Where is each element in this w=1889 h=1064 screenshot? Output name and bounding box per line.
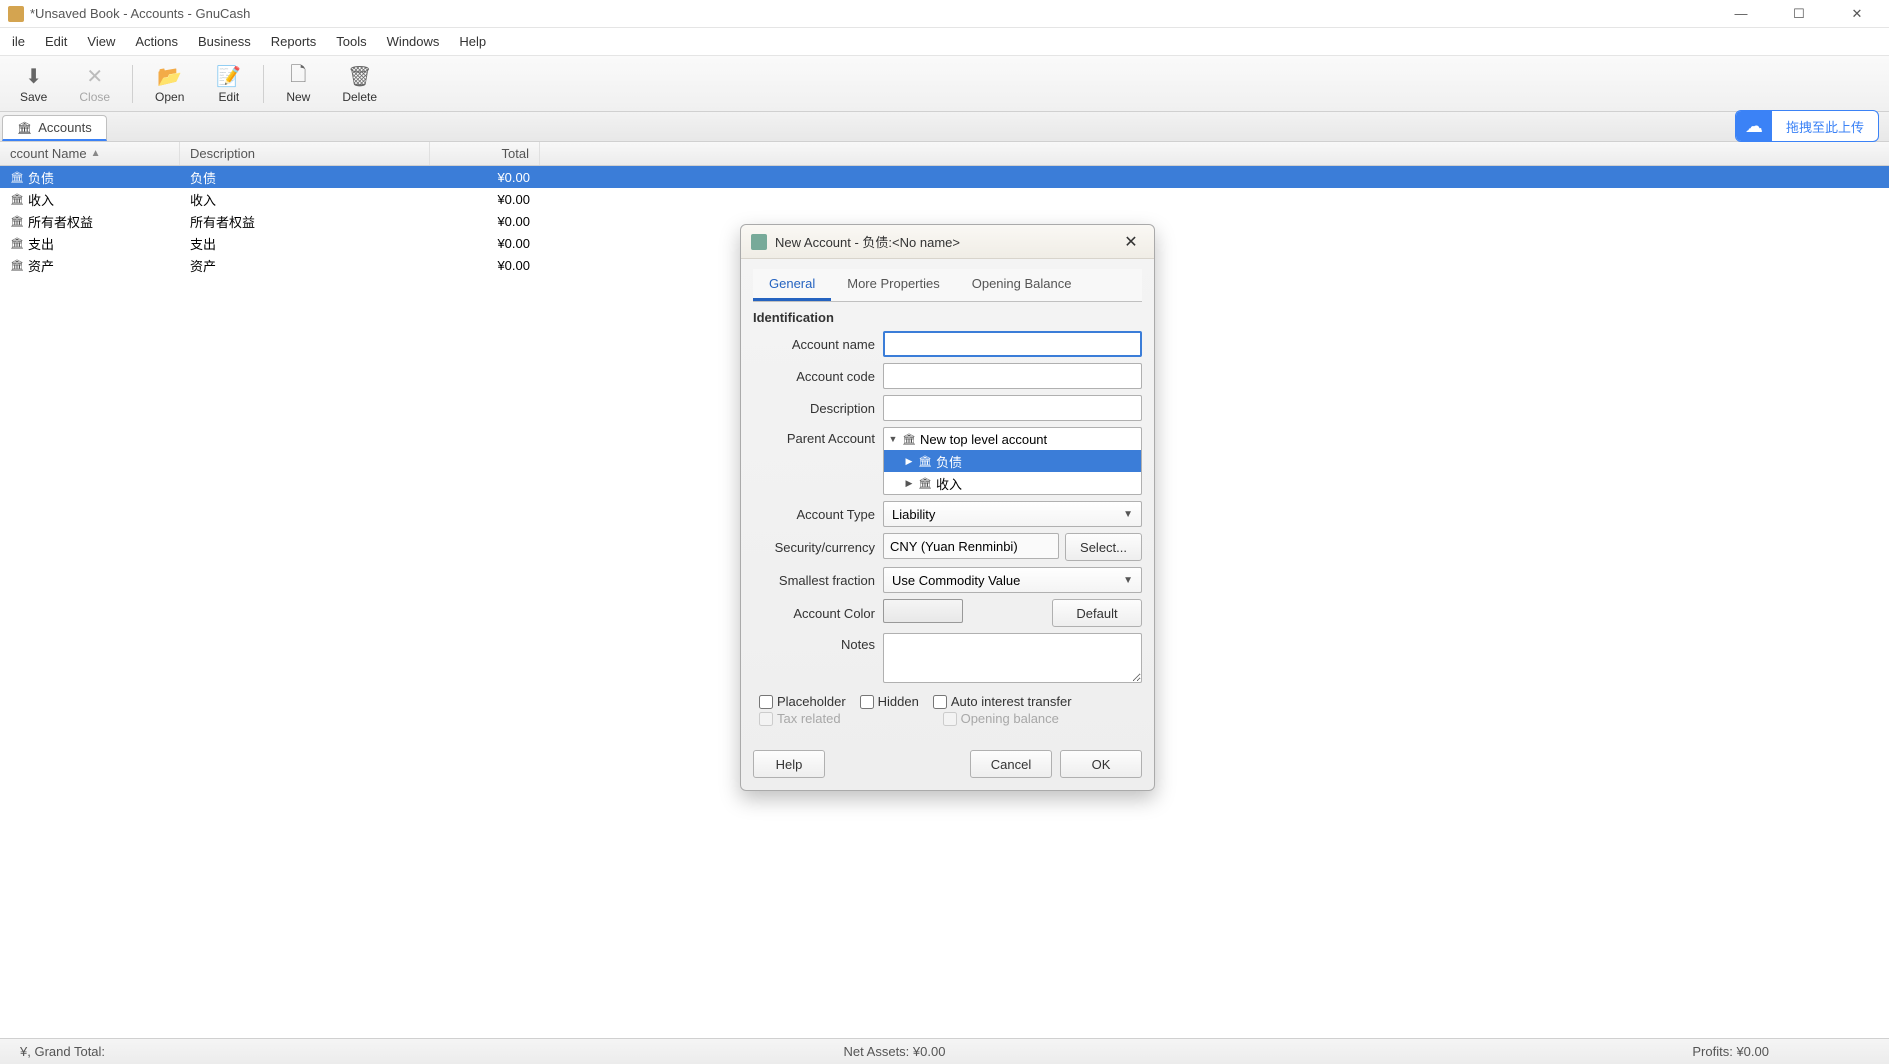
label-account-name: Account name [753,337,883,352]
label-account-code: Account code [753,369,883,384]
dialog-icon [751,234,767,250]
menu-view[interactable]: View [77,30,125,53]
cloud-upload-icon: ☁ [1736,110,1772,142]
account-type-select[interactable]: Liability ▼ [883,501,1142,527]
menu-actions[interactable]: Actions [125,30,188,53]
save-icon: ⬇ [25,64,42,90]
window-titlebar: *Unsaved Book - Accounts - GnuCash — ☐ ✕ [0,0,1889,28]
new-icon: 🗋 [290,64,306,90]
toolbar-separator [132,65,133,103]
parent-account-tree[interactable]: ▼ 🏛 New top level account ▶ 🏛 负债 ▶ 🏛 收入 [883,427,1142,495]
bank-icon: 🏛 [918,455,932,468]
account-tree-header: ccount Name ▲ Description Total [0,142,1889,166]
status-grand-total: ¥, Grand Total: [20,1044,603,1059]
tabbar: 🏛 Accounts ☁ 拖拽至此上传 [0,112,1889,142]
check-tax-related: Tax related [759,711,841,726]
smallest-fraction-select[interactable]: Use Commodity Value ▼ [883,567,1142,593]
check-opening-balance: Opening balance [943,711,1059,726]
delete-icon: 🗑 [347,64,372,90]
cancel-button[interactable]: Cancel [970,750,1052,778]
chevron-down-icon: ▼ [888,434,898,444]
chevron-right-icon: ▶ [904,478,914,489]
parent-tree-root[interactable]: ▼ 🏛 New top level account [884,428,1141,450]
help-button[interactable]: Help [753,750,825,778]
menubar: ile Edit View Actions Business Reports T… [0,28,1889,56]
tab-opening-balance[interactable]: Opening Balance [956,269,1088,301]
chevron-down-icon: ▼ [1123,509,1133,520]
tab-label: Accounts [38,120,91,135]
close-window-button[interactable]: ✕ [1837,2,1877,26]
account-row[interactable]: 🏛负债负债¥0.00 [0,166,1889,188]
edit-icon: 📝 [216,64,241,90]
upload-text: 拖拽至此上传 [1772,117,1878,136]
bank-icon: 🏛 [902,433,916,446]
notes-input[interactable] [883,633,1142,683]
account-name-input[interactable] [883,331,1142,357]
label-smallest-fraction: Smallest fraction [753,573,883,588]
menu-reports[interactable]: Reports [261,30,327,53]
accounts-icon: 🏛 [17,121,32,135]
toolbar-edit[interactable]: 📝 Edit [200,60,257,108]
label-security-currency: Security/currency [753,540,883,555]
tab-more-properties[interactable]: More Properties [831,269,955,301]
status-net-assets: Net Assets: ¥0.00 [603,1044,1186,1059]
label-parent-account: Parent Account [753,427,883,446]
dialog-tabs: General More Properties Opening Balance [753,269,1142,302]
menu-help[interactable]: Help [449,30,496,53]
maximize-button[interactable]: ☐ [1779,2,1819,26]
col-account-name[interactable]: ccount Name ▲ [0,142,180,165]
menu-edit[interactable]: Edit [35,30,77,53]
menu-windows[interactable]: Windows [377,30,450,53]
toolbar-close: ✕ Close [63,60,126,108]
menu-file[interactable]: ile [2,30,35,53]
parent-tree-item-income[interactable]: ▶ 🏛 收入 [884,472,1141,494]
check-placeholder[interactable]: Placeholder [759,694,846,709]
col-total[interactable]: Total [430,142,540,165]
default-color-button[interactable]: Default [1052,599,1142,627]
label-description: Description [753,401,883,416]
dialog-title: New Account - 负债:<No name> [775,232,1118,251]
upload-widget[interactable]: ☁ 拖拽至此上传 [1735,110,1879,142]
toolbar-delete[interactable]: 🗑 Delete [326,60,393,108]
color-picker[interactable] [883,599,963,623]
label-account-type: Account Type [753,507,883,522]
col-description[interactable]: Description [180,142,430,165]
check-hidden[interactable]: Hidden [860,694,919,709]
dialog-close-button[interactable]: ✕ [1118,232,1144,252]
ok-button[interactable]: OK [1060,750,1142,778]
chevron-right-icon: ▶ [904,456,914,467]
label-notes: Notes [753,633,883,652]
currency-display [883,533,1059,559]
description-input[interactable] [883,395,1142,421]
section-identification: Identification [753,310,1142,325]
chevron-down-icon: ▼ [1123,575,1133,586]
close-icon: ✕ [86,64,103,90]
status-profits: Profits: ¥0.00 [1186,1044,1869,1059]
account-row[interactable]: 🏛收入收入¥0.00 [0,188,1889,210]
new-account-dialog: New Account - 负债:<No name> ✕ General Mor… [740,224,1155,791]
toolbar-open[interactable]: 📂 Open [139,60,200,108]
toolbar: ⬇ Save ✕ Close 📂 Open 📝 Edit 🗋 New 🗑 Del… [0,56,1889,112]
tab-general[interactable]: General [753,269,831,301]
account-code-input[interactable] [883,363,1142,389]
tab-accounts[interactable]: 🏛 Accounts [2,115,107,141]
bank-icon: 🏛 [918,477,932,490]
minimize-button[interactable]: — [1721,2,1761,26]
window-title: *Unsaved Book - Accounts - GnuCash [30,6,1721,21]
toolbar-new[interactable]: 🗋 New [270,60,326,108]
statusbar: ¥, Grand Total: Net Assets: ¥0.00 Profit… [0,1038,1889,1064]
menu-business[interactable]: Business [188,30,261,53]
toolbar-save[interactable]: ⬇ Save [4,60,63,108]
app-icon [8,6,24,22]
label-account-color: Account Color [753,606,883,621]
parent-tree-item-liability[interactable]: ▶ 🏛 负债 [884,450,1141,472]
select-currency-button[interactable]: Select... [1065,533,1142,561]
sort-asc-icon: ▲ [91,148,101,159]
menu-tools[interactable]: Tools [326,30,376,53]
folder-open-icon: 📂 [157,64,182,90]
toolbar-separator [263,65,264,103]
check-auto-interest[interactable]: Auto interest transfer [933,694,1072,709]
dialog-titlebar[interactable]: New Account - 负债:<No name> ✕ [741,225,1154,259]
